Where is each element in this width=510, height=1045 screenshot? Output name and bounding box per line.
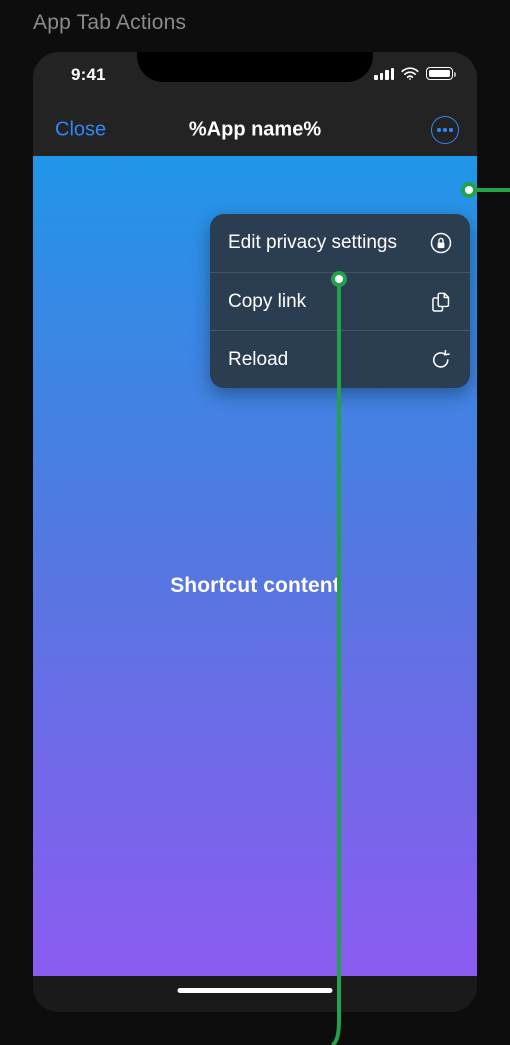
screenshot-root: App Tab Actions 9:41 Close %App name% Sh… — [0, 0, 510, 1045]
notch — [137, 52, 373, 82]
cellular-signal-icon — [374, 67, 394, 80]
status-bar-icons — [374, 67, 456, 80]
menu-item-label: Copy link — [228, 290, 307, 312]
battery-icon — [426, 67, 456, 80]
reload-arrow-icon — [428, 347, 454, 373]
app-tab-actions-menu: Edit privacy settings Copy link Reload — [210, 214, 470, 388]
menu-item-reload[interactable]: Reload — [210, 330, 470, 388]
menu-item-edit-privacy-settings[interactable]: Edit privacy settings — [210, 214, 470, 272]
lock-circle-icon — [428, 230, 454, 256]
status-bar: 9:41 — [33, 52, 477, 104]
nav-bar: Close %App name% — [33, 104, 477, 156]
copy-documents-icon — [428, 289, 454, 315]
shortcut-content-area: Shortcut content Edit privacy settings C… — [33, 156, 477, 976]
app-name-title: %App name% — [188, 118, 322, 141]
home-indicator-area — [33, 976, 477, 1012]
menu-item-label: Reload — [228, 348, 289, 370]
wifi-icon — [401, 67, 419, 80]
phone-frame: 9:41 Close %App name% Shortcut content E… — [33, 52, 477, 1012]
status-bar-clock: 9:41 — [71, 65, 106, 84]
menu-item-copy-link[interactable]: Copy link — [210, 272, 470, 330]
home-indicator — [177, 988, 333, 993]
menu-item-label: Edit privacy settings — [228, 232, 397, 253]
more-ellipsis-icon[interactable] — [431, 116, 459, 144]
page-title: App Tab Actions — [33, 11, 187, 34]
shortcut-content-label: Shortcut content — [170, 574, 340, 597]
